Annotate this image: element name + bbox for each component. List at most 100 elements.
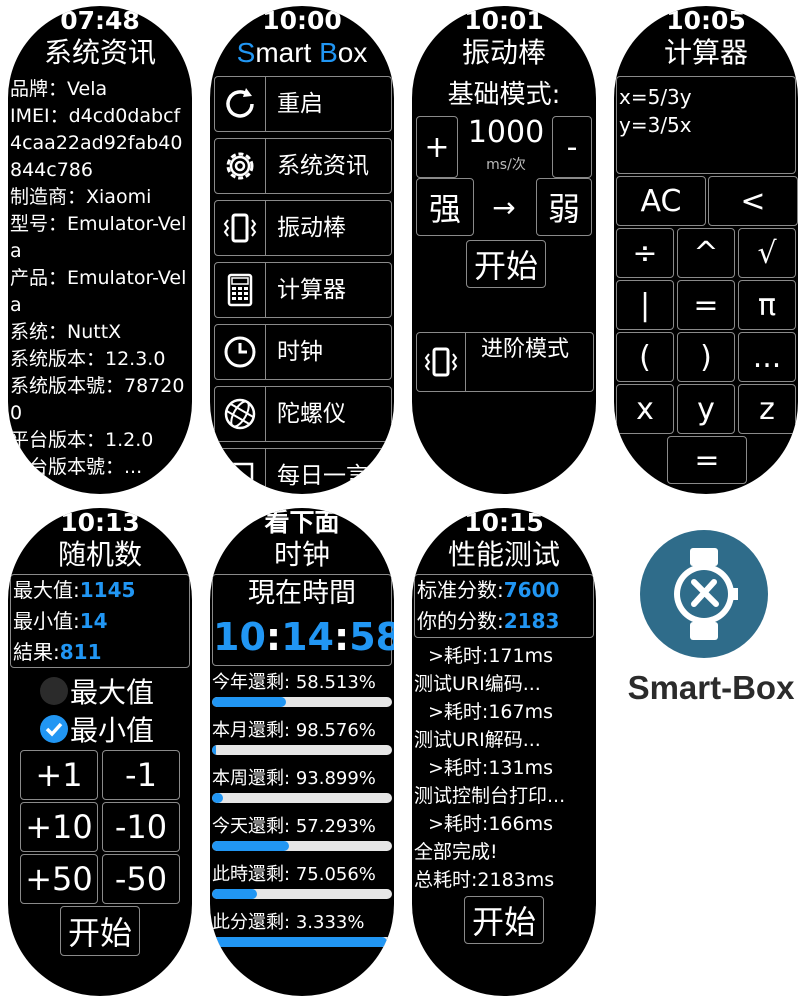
- max-label: 最大值:: [13, 578, 80, 602]
- key-equals-bottom[interactable]: =: [667, 436, 747, 484]
- app-logo: [640, 530, 768, 658]
- progress-fill: [212, 889, 257, 899]
- gear-icon: [215, 139, 266, 193]
- key-pipe[interactable]: |: [616, 280, 674, 330]
- key-power[interactable]: ^: [677, 228, 735, 278]
- radio-unchecked-icon: [40, 677, 68, 705]
- plus-1-button[interactable]: +1: [20, 750, 98, 800]
- system-info-screen: 07:48 系统资讯 品牌：Vela IMEI：d4cd0dabcf4caa22…: [8, 6, 192, 494]
- clock-screen: 看下面 时钟 現在時間 10:14:58 今年還剩: 58.513% 本月還剩:…: [210, 508, 394, 996]
- progress-label: 此分還剩: 3.333%: [212, 912, 365, 933]
- radio-max[interactable]: 最大值: [40, 674, 155, 709]
- info-line: 制造商：Xiaomi: [10, 186, 152, 208]
- advanced-mode-label: 进阶模式: [481, 337, 570, 362]
- interval-unit: ms/次: [486, 157, 526, 173]
- quote-icon: [215, 449, 266, 494]
- menu-item-vibrator[interactable]: 振动棒: [214, 200, 392, 256]
- globe-icon: [215, 387, 266, 441]
- strong-button[interactable]: 强: [416, 178, 474, 236]
- plus-10-button[interactable]: +10: [20, 802, 98, 852]
- calculator-screen: 10:05 计算器 x=5/3y y=3/5x AC < ÷ ^ √ | = π…: [614, 6, 798, 494]
- minus-50-button[interactable]: -50: [102, 854, 180, 904]
- key-close-paren[interactable]: ): [677, 332, 735, 382]
- page-title: 振动棒: [461, 36, 546, 69]
- progress-label: 今年還剩: 58.513%: [212, 672, 376, 693]
- progress-fill: [212, 697, 286, 707]
- status-time: 07:48: [60, 6, 140, 35]
- watch-tools-icon: [674, 548, 738, 640]
- start-button[interactable]: 开始: [60, 906, 140, 956]
- decrease-button[interactable]: -: [552, 116, 592, 178]
- menu-item-label: 系统资讯: [277, 153, 369, 179]
- key-divide[interactable]: ÷: [616, 228, 674, 278]
- status-time: 10:05: [666, 6, 746, 35]
- weak-button[interactable]: 弱: [536, 178, 592, 236]
- minus-10-button[interactable]: -10: [102, 802, 180, 852]
- radio-max-label: 最大值: [70, 676, 155, 709]
- min-value: 14: [79, 609, 108, 633]
- key-pi[interactable]: π: [738, 280, 796, 330]
- app-title-mart: mart: [255, 37, 320, 68]
- current-time-panel: 現在時間 10:14:58: [212, 574, 394, 666]
- random-values-panel: 最大值:1145 最小值:14 結果:811: [10, 574, 190, 668]
- page-title: 性能测试: [447, 538, 560, 571]
- app-title: Smart Box: [210, 36, 394, 70]
- perf-screen: 10:15 性能测试 标准分数:7600 你的分数:2183 >耗时:171ms…: [412, 508, 596, 996]
- key-clear[interactable]: AC: [616, 176, 706, 226]
- info-line: 平台版本：1.2.0: [10, 429, 154, 451]
- menu-item-daily-quote[interactable]: 每日一言: [214, 448, 392, 494]
- key-y[interactable]: y: [677, 384, 735, 434]
- page-title: 随机数: [57, 538, 142, 571]
- start-button[interactable]: 开始: [466, 240, 546, 288]
- month-progress-bar: [212, 745, 392, 755]
- menu-item-label: 每日一言: [277, 463, 369, 489]
- log-line: 全部完成!: [414, 841, 498, 863]
- log-line: >耗时:131ms: [428, 757, 553, 779]
- standard-score-value: 7600: [503, 578, 560, 602]
- calculator-display[interactable]: x=5/3y y=3/5x: [616, 76, 796, 174]
- key-equals[interactable]: =: [677, 280, 735, 330]
- info-line: 平台版本號：...: [10, 456, 143, 478]
- key-z[interactable]: z: [738, 384, 796, 434]
- menu-item-system-info[interactable]: 系统资讯: [214, 138, 392, 194]
- status-text: 看下面: [264, 508, 340, 537]
- key-x[interactable]: x: [616, 384, 674, 434]
- menu-item-clock[interactable]: 时钟: [214, 324, 392, 380]
- clock-hours: 10: [213, 615, 266, 659]
- status-time: 10:00: [262, 6, 342, 35]
- week-progress-bar: [212, 793, 392, 803]
- radio-min[interactable]: 最小值: [40, 712, 154, 747]
- key-open-paren[interactable]: (: [616, 332, 674, 382]
- start-button[interactable]: 开始: [464, 896, 544, 944]
- result-label: 結果:: [13, 640, 60, 664]
- clock-minutes: 14: [281, 615, 334, 659]
- menu-item-restart[interactable]: 重启: [214, 76, 392, 132]
- menu-item-label: 陀螺仪: [277, 401, 346, 427]
- log-line: 总耗时:2183ms: [414, 869, 555, 891]
- year-progress-bar: [212, 697, 392, 707]
- page-title: 时钟: [273, 538, 330, 571]
- log-line: >耗时:167ms: [428, 701, 553, 723]
- key-sqrt[interactable]: √: [738, 228, 796, 278]
- plus-50-button[interactable]: +50: [20, 854, 98, 904]
- status-time: 10:01: [464, 6, 544, 35]
- arrow-icon: →: [492, 190, 516, 224]
- menu-item-label: 重启: [277, 91, 323, 117]
- advanced-mode-button[interactable]: 进阶模式: [416, 332, 594, 392]
- progress-label: 今天還剩: 57.293%: [212, 816, 376, 837]
- digital-clock: 10:14:58: [213, 615, 394, 659]
- increase-button[interactable]: +: [416, 116, 458, 178]
- now-label: 現在時間: [248, 578, 356, 609]
- info-list[interactable]: 品牌：Vela IMEI：d4cd0dabcf4caa22ad92fab4084…: [10, 76, 192, 481]
- score-panel: 标准分数:7600 你的分数:2183: [414, 574, 594, 638]
- progress-label: 此時還剩: 75.056%: [212, 864, 376, 885]
- day-progress-bar: [212, 841, 392, 851]
- info-line: 系统版本號：787200: [10, 375, 185, 424]
- status-time: 10:13: [60, 508, 140, 537]
- minus-1-button[interactable]: -1: [102, 750, 180, 800]
- menu-item-gyroscope[interactable]: 陀螺仪: [214, 386, 392, 442]
- menu-item-calculator[interactable]: 计算器: [214, 262, 392, 318]
- info-line: 品牌：Vela: [10, 78, 108, 100]
- key-more[interactable]: ...: [738, 332, 796, 382]
- key-backspace[interactable]: <: [708, 176, 798, 226]
